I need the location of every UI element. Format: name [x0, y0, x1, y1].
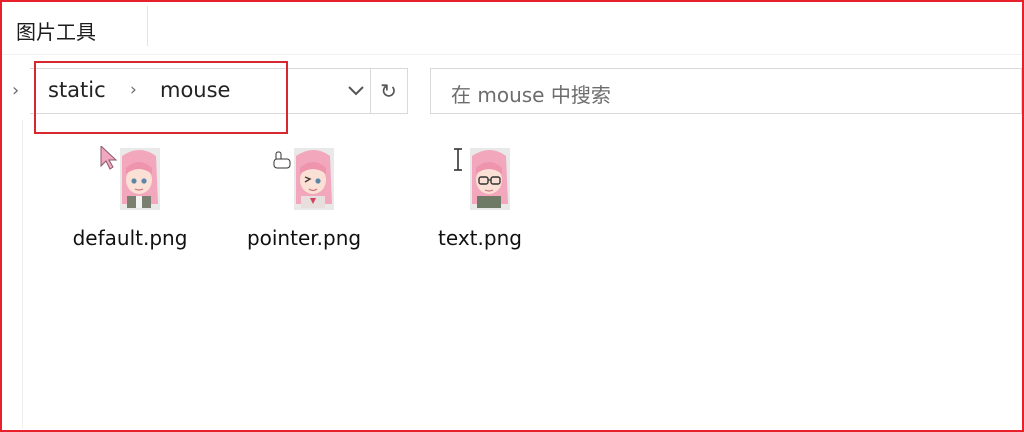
- chevron-down-icon: [348, 86, 364, 96]
- file-thumbnail: [448, 146, 512, 210]
- file-thumbnail: [272, 146, 336, 210]
- address-history-button[interactable]: [342, 69, 370, 113]
- breadcrumb-separator-icon[interactable]: ›: [130, 80, 137, 100]
- ribbon-tab-picture-tools[interactable]: 图片工具: [16, 16, 96, 45]
- search-placeholder: 在 mouse 中搜索: [451, 83, 611, 107]
- arrow-cursor-icon: [100, 144, 118, 170]
- file-item-default[interactable]: default.png: [60, 144, 200, 255]
- breadcrumb-static[interactable]: static: [48, 78, 106, 102]
- breadcrumb-expand-chevron-icon[interactable]: ›: [12, 80, 19, 101]
- ribbon-divider: [2, 54, 1022, 55]
- search-box[interactable]: 在 mouse 中搜索: [430, 68, 1022, 114]
- hand-cursor-icon: [273, 151, 291, 169]
- navigation-pane-divider: [22, 120, 23, 428]
- file-name: pointer.png: [246, 226, 362, 250]
- refresh-icon: ↻: [380, 79, 397, 103]
- file-name: text.png: [438, 226, 522, 250]
- file-item-pointer[interactable]: pointer.png: [234, 146, 374, 255]
- file-item-text[interactable]: text.png: [410, 146, 550, 255]
- breadcrumb-mouse[interactable]: mouse: [160, 78, 230, 102]
- ribbon-separator: [147, 6, 148, 46]
- text-cursor-icon: [454, 148, 462, 171]
- file-name: default.png: [72, 226, 188, 250]
- file-thumbnail: [98, 144, 162, 210]
- refresh-button[interactable]: ↻: [370, 69, 406, 113]
- address-bar[interactable]: static › mouse ↻: [30, 68, 408, 114]
- ribbon: 图片工具: [2, 2, 1022, 52]
